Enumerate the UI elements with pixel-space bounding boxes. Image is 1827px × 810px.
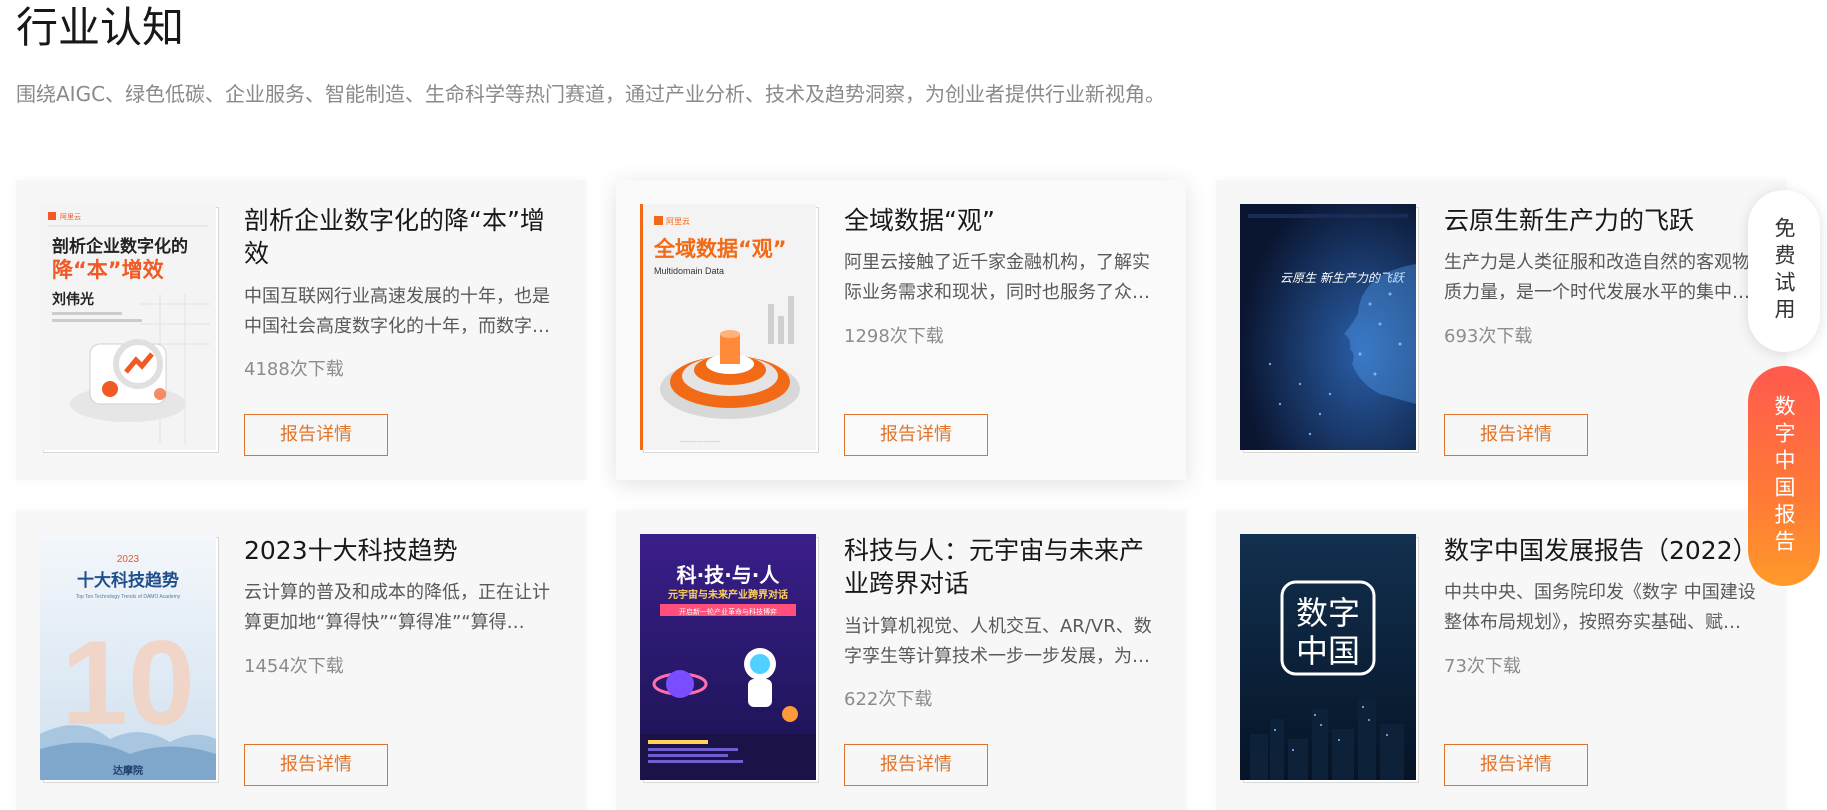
download-count: 4188次下载: [244, 359, 344, 380]
report-card[interactable]: 云原生 新生产力的飞跃 云原生新生产力的飞跃 生产力是人类征服和改造自然的客观物…: [1216, 180, 1786, 480]
report-cover[interactable]: 2023 十大科技趋势 Top Ten Technology Trends of…: [40, 534, 219, 783]
report-title[interactable]: 数字中国发展报告（2022）: [1444, 534, 1764, 567]
svg-text:........................: ........................: [680, 438, 720, 444]
download-count: 1454次下载: [244, 656, 344, 677]
report-cover[interactable]: 云原生 新生产力的飞跃: [1240, 204, 1419, 453]
download-count: 73次下载: [1444, 656, 1521, 677]
report-description: 当计算机视觉、人机交互、AR/VR、数字孪生等计算技术一步一步发展，为…: [844, 616, 1152, 667]
svg-text:2023: 2023: [117, 554, 140, 565]
report-description: 中共中央、国务院印发《数字 中国建设整体布局规划》，按照夯实基础、赋…: [1444, 582, 1756, 633]
svg-text:中国: 中国: [1296, 632, 1360, 670]
svg-text:Multidomain Data: Multidomain Data: [654, 266, 724, 276]
svg-text:达摩院: 达摩院: [113, 764, 143, 777]
svg-text:刘伟光: 刘伟光: [52, 291, 94, 308]
report-cover[interactable]: 数字 中国: [1240, 534, 1419, 783]
report-details-button[interactable]: 报告详情: [1444, 414, 1588, 456]
svg-text:剖析企业数字化的: 剖析企业数字化的: [52, 236, 188, 257]
report-description: 云计算的普及和成本的降低，正在让计算更加地“算得快”“算得准”“算得好”，…: [244, 582, 550, 633]
report-card[interactable]: 阿里云 剖析企业数字化的 降“本”增效 刘伟光 剖析企业数字化的降“本”增效 中…: [16, 180, 586, 480]
report-title[interactable]: 剖析企业数字化的降“本”增效: [244, 204, 564, 270]
svg-text:全域数据“观”: 全域数据“观”: [653, 237, 787, 261]
report-details-button[interactable]: 报告详情: [844, 744, 988, 786]
report-card[interactable]: 科·技·与·人 元宇宙与未来产业跨界对话 开启新一轮产业革命与科技博弈 科技与人…: [616, 510, 1186, 810]
download-count: 622次下载: [844, 689, 933, 710]
page-title: 行业认知: [16, 3, 185, 52]
report-cover[interactable]: 科·技·与·人 元宇宙与未来产业跨界对话 开启新一轮产业革命与科技博弈: [640, 534, 819, 783]
download-count: 693次下载: [1444, 326, 1533, 347]
report-cover[interactable]: 阿里云 剖析企业数字化的 降“本”增效 刘伟光: [40, 204, 219, 453]
download-count: 1298次下载: [844, 326, 944, 347]
svg-text:十大科技趋势: 十大科技趋势: [77, 570, 179, 591]
report-details-button[interactable]: 报告详情: [244, 414, 388, 456]
free-trial-button[interactable]: 免费试用: [1748, 190, 1820, 352]
digital-china-report-button[interactable]: 数字中国报告: [1748, 366, 1820, 586]
report-title[interactable]: 全域数据“观”: [844, 204, 1164, 237]
report-card[interactable]: 2023 十大科技趋势 Top Ten Technology Trends of…: [16, 510, 586, 810]
svg-text:元宇宙与未来产业跨界对话: 元宇宙与未来产业跨界对话: [668, 588, 788, 601]
report-title[interactable]: 科技与人：元宇宙与未来产业跨界对话: [844, 534, 1164, 600]
report-details-button[interactable]: 报告详情: [244, 744, 388, 786]
report-details-button[interactable]: 报告详情: [1444, 744, 1588, 786]
svg-text:开启新一轮产业革命与科技博弈: 开启新一轮产业革命与科技博弈: [679, 607, 777, 616]
report-description: 生产力是人类征服和改造自然的客观物质力量，是一个时代发展水平的集中…: [1444, 252, 1750, 303]
report-card[interactable]: 数字 中国 数字中国发展报告（2022） 中共中央、国务院印发《数字 中国建设整…: [1216, 510, 1786, 810]
free-trial-label: 免费试用: [1772, 217, 1796, 325]
report-description: 中国互联网行业高速发展的十年，也是中国社会高度数字化的十年，而数字…: [244, 286, 550, 337]
report-card[interactable]: 阿里云 全域数据“观” Multidomain Data ...........…: [616, 180, 1186, 480]
svg-text:Top Ten Technology Trends of D: Top Ten Technology Trends of DAMO Academ…: [76, 594, 181, 600]
report-title[interactable]: 2023十大科技趋势: [244, 534, 564, 567]
digital-china-report-label: 数字中国报告: [1772, 395, 1796, 557]
cover-logo: 阿里云: [60, 212, 81, 221]
report-details-button[interactable]: 报告详情: [844, 414, 988, 456]
svg-text:数字: 数字: [1296, 594, 1360, 632]
cover-logo: 阿里云: [666, 217, 690, 226]
report-cover[interactable]: 阿里云 全域数据“观” Multidomain Data ...........…: [640, 204, 819, 453]
page-subtitle: 围绕AIGC、绿色低碳、企业服务、智能制造、生命科学等热门赛道，通过产业分析、技…: [16, 82, 1166, 106]
svg-text:降“本”增效: 降“本”增效: [52, 258, 164, 282]
report-description: 阿里云接触了近千家金融机构，了解实际业务需求和现状，同时也服务了众…: [844, 252, 1150, 303]
report-title[interactable]: 云原生新生产力的飞跃: [1444, 204, 1764, 237]
svg-text:科·技·与·人: 科·技·与·人: [677, 563, 781, 587]
